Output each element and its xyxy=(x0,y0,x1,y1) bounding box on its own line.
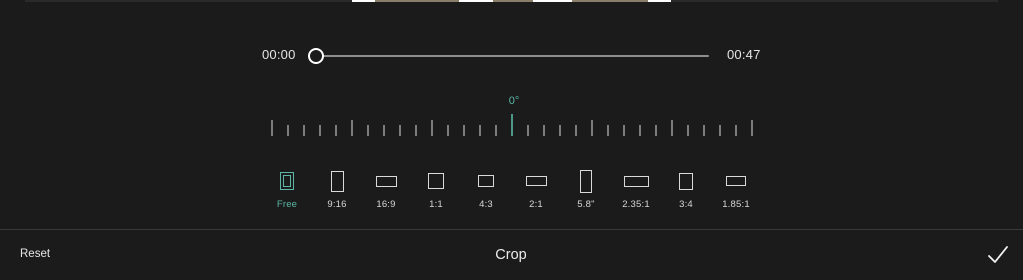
aspect-ratio-option[interactable]: 2.35:1 xyxy=(611,168,661,214)
aspect-ratio-label: 3:4 xyxy=(679,199,693,210)
crop-editor: 00:00 00:47 0° Free 9:16 16:9 1:1 4:3 2:1 5.8"… xyxy=(0,0,1023,280)
aspect-ratio-label: 1.85:1 xyxy=(722,199,750,210)
rotation-angle-label: 0° xyxy=(508,95,520,107)
aspect-ratio-label: 2.35:1 xyxy=(622,199,650,210)
end-time: 00:47 xyxy=(727,47,761,62)
ratio-2-1-icon xyxy=(511,168,561,194)
rotation-dial-ticks xyxy=(271,114,753,136)
aspect-ratio-option[interactable]: 3:4 xyxy=(661,168,711,214)
ratio-9-16-icon xyxy=(312,168,362,194)
ratio-4-3-icon xyxy=(461,168,511,194)
aspect-ratio-option[interactable]: 2:1 xyxy=(511,168,561,214)
ratio-1-1-icon xyxy=(411,168,461,194)
aspect-ratio-option[interactable]: 1.85:1 xyxy=(711,168,761,214)
aspect-ratio-label: Free xyxy=(276,199,298,210)
ratio-1-85-1-icon xyxy=(711,168,761,194)
timeline-track[interactable] xyxy=(318,55,709,57)
ratio-3-4-icon xyxy=(661,168,711,194)
aspect-ratio-label: 9:16 xyxy=(327,199,347,210)
ratio-5-8-inch-icon xyxy=(561,168,611,194)
aspect-ratio-list: Free 9:16 16:9 1:1 4:3 2:1 5.8" 2.35:1 3:4 1.85:1 xyxy=(262,168,762,214)
page-title: Crop xyxy=(495,247,527,263)
aspect-ratio-option[interactable]: Free xyxy=(262,168,312,214)
aspect-ratio-option[interactable]: 5.8" xyxy=(561,168,611,214)
free-crop-icon xyxy=(262,168,312,194)
aspect-ratio-label: 2:1 xyxy=(529,199,543,210)
aspect-ratio-label: 16:9 xyxy=(376,199,396,210)
aspect-ratio-label: 5.8" xyxy=(577,199,595,210)
crop-frame-edge[interactable] xyxy=(352,0,671,2)
start-time: 00:00 xyxy=(262,47,296,62)
aspect-ratio-option[interactable]: 4:3 xyxy=(461,168,511,214)
confirm-button[interactable] xyxy=(986,244,1010,266)
timeline-thumb[interactable] xyxy=(308,48,324,64)
rotation-dial[interactable] xyxy=(262,112,762,142)
reset-button[interactable]: Reset xyxy=(20,248,50,260)
aspect-ratio-option[interactable]: 9:16 xyxy=(312,168,362,214)
checkmark-icon xyxy=(988,246,1008,263)
aspect-ratio-option[interactable]: 1:1 xyxy=(411,168,461,214)
ratio-2-35-1-icon xyxy=(611,168,661,194)
aspect-ratio-option[interactable]: 16:9 xyxy=(361,168,411,214)
aspect-ratio-label: 1:1 xyxy=(429,199,443,210)
aspect-ratio-label: 4:3 xyxy=(479,199,493,210)
ratio-16-9-icon xyxy=(361,168,411,194)
bottom-bar-divider xyxy=(0,229,1023,230)
